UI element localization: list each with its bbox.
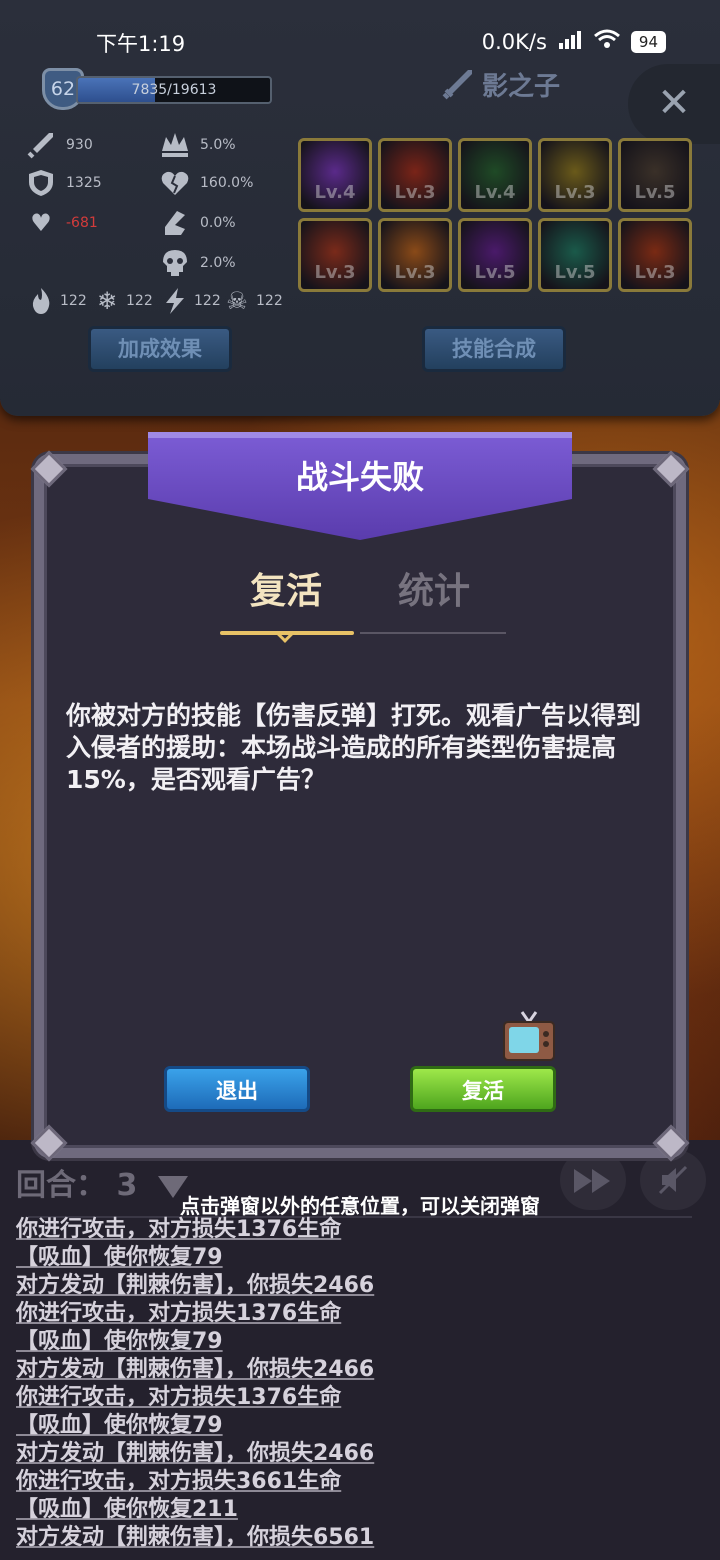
dialog-message: 你被对方的技能【伤害反弹】打死。观看广告以得到入侵者的援助：本场战斗造成的所有类… bbox=[66, 701, 642, 794]
sword-icon bbox=[442, 69, 472, 99]
tab-revive[interactable]: 复活 bbox=[250, 562, 322, 614]
log-line: 对方发动【荆棘伤害】，你损失2466 bbox=[16, 1273, 375, 1298]
skull-icon bbox=[160, 248, 190, 278]
stat-hp: ♥ -681 bbox=[26, 208, 98, 238]
skill-level: Lv.3 bbox=[554, 182, 596, 203]
skill-slot[interactable]: Lv.5 bbox=[618, 138, 692, 212]
battle-log[interactable]: 你进行攻击，对方损失1376生命 【吸血】使你恢复79 对方发动【荆棘伤害】，你损失… bbox=[16, 1216, 716, 1552]
skill-slot[interactable]: Lv.3 bbox=[378, 138, 452, 212]
log-line: 对方发动【荆棘伤害】，你损失2466 bbox=[16, 1441, 375, 1466]
battle-failed-dialog bbox=[34, 454, 686, 1158]
dialog-title: 战斗失败 bbox=[295, 458, 424, 496]
log-line: 对方发动【荆棘伤害】，你损失6561 bbox=[16, 1525, 375, 1550]
skill-level: Lv.5 bbox=[474, 262, 516, 283]
status-indicators: 0.0K/s 94 bbox=[482, 28, 666, 55]
sword-icon bbox=[26, 130, 56, 160]
stat-hp-value: -681 bbox=[66, 215, 98, 231]
log-line: 【吸血】使你恢复79 bbox=[16, 1245, 223, 1270]
hero-name: 影之子 bbox=[440, 66, 560, 103]
log-line: 你进行攻击，对方损失1376生命 bbox=[16, 1301, 342, 1326]
system-status-bar: 下午1:19 0.0K/s 94 bbox=[0, 28, 720, 58]
skill-level: Lv.4 bbox=[314, 182, 356, 203]
skill-level: Lv.3 bbox=[394, 262, 436, 283]
network-speed: 0.0K/s bbox=[481, 29, 547, 54]
revive-button[interactable]: 复活 bbox=[410, 1066, 556, 1112]
xp-bar: 7835/19613 bbox=[76, 76, 272, 104]
hero-stats-panel: 下午1:19 0.0K/s 94 62 7835/19613 影之子 ✕ 930 bbox=[0, 0, 720, 416]
skill-slot[interactable]: Lv.3 bbox=[378, 218, 452, 292]
stat-attack: 930 bbox=[26, 130, 93, 160]
hero-name-text: 影之子 bbox=[482, 72, 561, 102]
tv-ad-icon bbox=[502, 1010, 556, 1062]
fire-icon bbox=[26, 286, 56, 316]
stat-crit: 5.0% bbox=[160, 130, 236, 160]
tab-underline-track bbox=[360, 632, 506, 634]
stat-poison-value: 122 bbox=[256, 293, 283, 309]
skill-slot[interactable]: Lv.3 bbox=[298, 218, 372, 292]
heart-icon: ♥ bbox=[30, 209, 52, 237]
crown-impact-icon bbox=[160, 130, 190, 160]
stat-attack-value: 930 bbox=[66, 137, 93, 153]
log-line: 你进行攻击，对方损失3661生命 bbox=[16, 1469, 342, 1494]
wifi-icon bbox=[593, 28, 621, 55]
skill-slot[interactable]: Lv.4 bbox=[298, 138, 372, 212]
close-hint-text: 点击弹窗以外的任意位置，可以关闭弹窗 bbox=[180, 1194, 540, 1218]
stat-lightning: 122 bbox=[160, 286, 221, 316]
stat-fire: 122 bbox=[26, 286, 87, 316]
close-panel-button[interactable]: ✕ bbox=[628, 64, 720, 144]
stat-dodge: 0.0% bbox=[160, 208, 236, 238]
log-line: 【吸血】使你恢复211 bbox=[16, 1497, 238, 1522]
snowflake-icon: ❄ bbox=[96, 287, 118, 315]
stat-defense: 1325 bbox=[26, 168, 102, 198]
skull-crossbones-icon: ☠ bbox=[226, 287, 248, 315]
stat-skull: 2.0% bbox=[160, 248, 236, 278]
stat-dodge-value: 0.0% bbox=[200, 215, 236, 231]
stat-poison: ☠ 122 bbox=[222, 286, 283, 316]
skill-level: Lv.3 bbox=[394, 182, 436, 203]
skill-level: Lv.4 bbox=[474, 182, 516, 203]
tab-statistics[interactable]: 统计 bbox=[398, 562, 470, 614]
log-line: 【吸血】使你恢复79 bbox=[16, 1329, 223, 1354]
skill-level: Lv.5 bbox=[634, 182, 676, 203]
stat-fire-value: 122 bbox=[60, 293, 87, 309]
stat-lightning-value: 122 bbox=[194, 293, 221, 309]
skill-slot[interactable]: Lv.3 bbox=[538, 138, 612, 212]
skill-level: Lv.3 bbox=[634, 262, 676, 283]
stat-crit-damage-value: 160.0% bbox=[200, 175, 254, 191]
stat-crit-value: 5.0% bbox=[200, 137, 236, 153]
battery-indicator: 94 bbox=[630, 30, 666, 53]
bonus-effect-button[interactable]: 加成效果 bbox=[88, 326, 232, 372]
log-line: 你进行攻击，对方损失1376生命 bbox=[16, 1385, 342, 1410]
status-time: 下午1:19 bbox=[96, 32, 186, 56]
log-line: 【吸血】使你恢复79 bbox=[16, 1413, 223, 1438]
stat-crit-damage: 160.0% bbox=[160, 168, 253, 198]
exit-button[interactable]: 退出 bbox=[164, 1066, 310, 1112]
lightning-icon bbox=[160, 286, 190, 316]
xp-text: 7835/19613 bbox=[131, 82, 217, 98]
broken-heart-icon bbox=[160, 168, 190, 198]
log-line: 对方发动【荆棘伤害】，你损失2466 bbox=[16, 1357, 375, 1382]
stat-skull-value: 2.0% bbox=[200, 255, 236, 271]
signal-icon bbox=[557, 29, 583, 54]
skill-slot[interactable]: Lv.3 bbox=[618, 218, 692, 292]
skill-level: Lv.3 bbox=[314, 262, 356, 283]
skill-grid: Lv.4 Lv.3 Lv.4 Lv.3 Lv.5 Lv.3 Lv.3 Lv.5 Lv.5 Lv.3 bbox=[298, 138, 692, 292]
skill-synthesis-button[interactable]: 技能合成 bbox=[422, 326, 566, 372]
skill-level: Lv.5 bbox=[554, 262, 596, 283]
stat-ice: ❄ 122 bbox=[92, 286, 153, 316]
skill-slot[interactable]: Lv.5 bbox=[458, 218, 532, 292]
shield-icon bbox=[26, 168, 56, 198]
boot-icon bbox=[160, 208, 190, 238]
skill-slot[interactable]: Lv.5 bbox=[538, 218, 612, 292]
log-line: 你进行攻击，对方损失1376生命 bbox=[16, 1217, 342, 1242]
skill-slot[interactable]: Lv.4 bbox=[458, 138, 532, 212]
stat-ice-value: 122 bbox=[126, 293, 153, 309]
stat-defense-value: 1325 bbox=[66, 175, 102, 191]
